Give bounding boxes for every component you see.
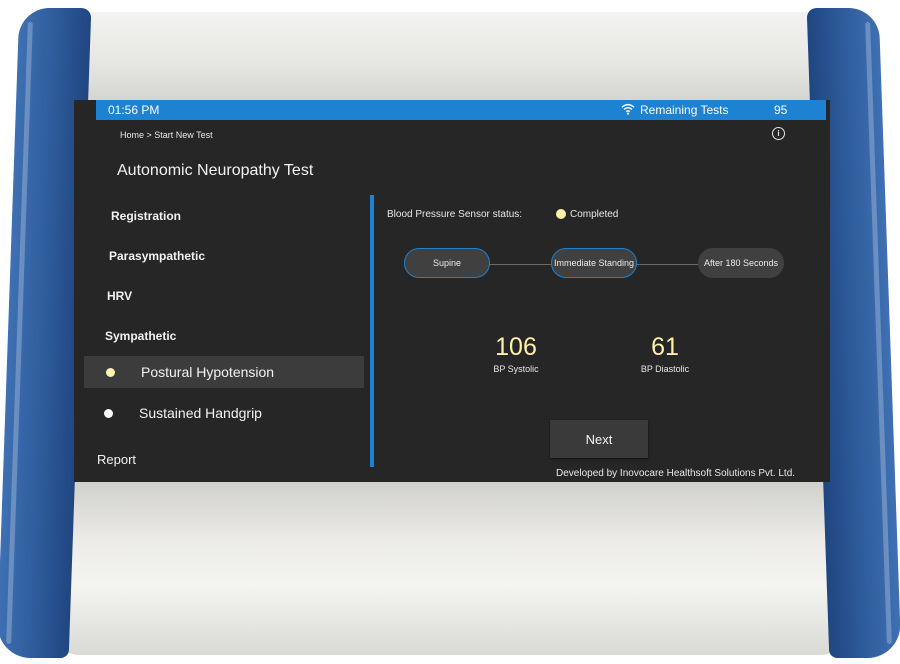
nav-item-label: Sustained Handgrip xyxy=(139,405,262,421)
page-title: Autonomic Neuropathy Test xyxy=(117,162,314,179)
step-after-180-seconds: After 180 Seconds xyxy=(698,248,784,278)
nav-item-report[interactable]: Report xyxy=(97,452,136,467)
status-dot-icon xyxy=(104,409,113,418)
reading-bp-diastolic: 61 BP Diastolic xyxy=(605,333,725,374)
sensor-status-dot-icon xyxy=(556,209,566,219)
status-bar: 01:56 PM Remaining Tests 95 xyxy=(96,100,826,120)
reading-bp-systolic: 106 BP Systolic xyxy=(456,333,576,374)
remaining-tests-label: Remaining Tests xyxy=(640,103,729,117)
nav-item-sympathetic[interactable]: Sympathetic xyxy=(105,329,176,343)
wifi-icon xyxy=(621,103,635,115)
sensor-status-label: Blood Pressure Sensor status: xyxy=(387,209,523,220)
nav-item-postural-hypotension[interactable]: Postural Hypotension xyxy=(84,356,364,388)
reading-value: 106 xyxy=(495,333,537,361)
remaining-tests-count: 95 xyxy=(774,103,788,117)
device-bottom-bezel xyxy=(50,480,850,655)
breadcrumb[interactable]: Home > Start New Test xyxy=(120,130,213,140)
step-immediate-standing: Immediate Standing xyxy=(551,248,637,278)
status-dot-icon xyxy=(106,368,115,377)
info-icon[interactable]: i xyxy=(772,127,785,140)
step-supine: Supine xyxy=(404,248,490,278)
touch-screen: 01:56 PM Remaining Tests 95 Home > Start… xyxy=(74,100,830,482)
developer-footer: Developed by Inovocare Healthsoft Soluti… xyxy=(556,468,796,479)
nav-item-registration[interactable]: Registration xyxy=(111,209,181,223)
reading-value: 61 xyxy=(651,333,679,361)
nav-item-label: Postural Hypotension xyxy=(141,364,275,380)
device-top-bezel xyxy=(58,12,844,104)
device-frame: 01:56 PM Remaining Tests 95 Home > Start… xyxy=(0,0,900,664)
nav-item-hrv[interactable]: HRV xyxy=(107,289,132,303)
reading-caption: BP Systolic xyxy=(493,364,539,374)
sensor-status-value: Completed xyxy=(570,209,619,220)
section-divider xyxy=(370,195,374,467)
status-time: 01:56 PM xyxy=(108,103,160,117)
next-button[interactable]: Next xyxy=(550,420,648,458)
reading-caption: BP Diastolic xyxy=(640,364,690,374)
nav-item-sustained-handgrip[interactable]: Sustained Handgrip xyxy=(84,397,364,429)
nav-item-parasympathetic[interactable]: Parasympathetic xyxy=(109,249,205,263)
